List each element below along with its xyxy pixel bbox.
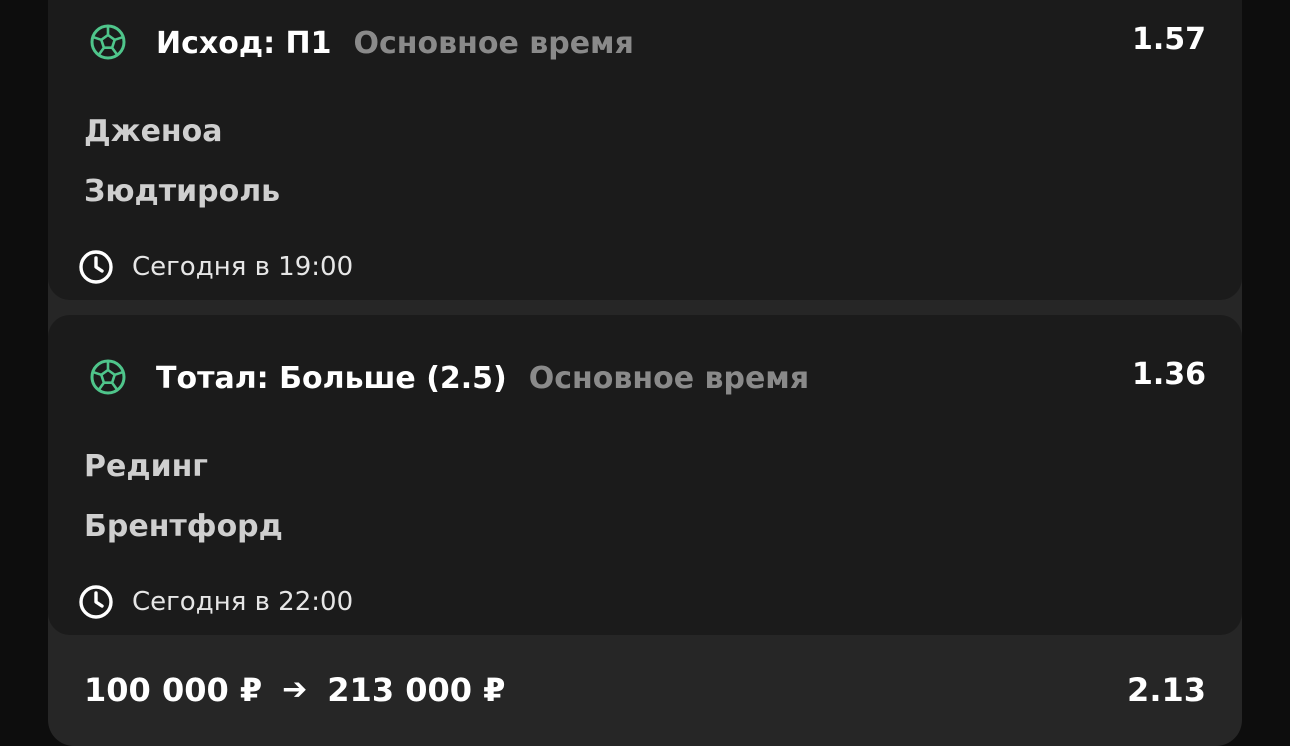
team-away: Зюдтироль (84, 174, 281, 209)
bet-period: Основное время (528, 361, 810, 396)
stake-payout-row: 100 000 ₽ ➔ 213 000 ₽ (84, 672, 505, 708)
match-time-label: Сегодня в 22:00 (132, 587, 354, 617)
stake-amount: 100 000 ₽ (84, 671, 263, 709)
arrow-right-icon: ➔ (282, 672, 308, 707)
bet-header: Тотал: Больше (2.5) Основное время 1.36 (88, 357, 1206, 401)
payout-amount: 213 000 ₽ (327, 671, 506, 709)
team-home: Дженоа (84, 114, 223, 149)
clock-icon (78, 584, 114, 620)
soccer-ball-icon (88, 357, 128, 397)
team-home: Рединг (84, 449, 208, 484)
bet-title-row: Тотал: Больше (2.5) Основное время (156, 361, 809, 397)
bet-summary: 100 000 ₽ ➔ 213 000 ₽ 2.13 (48, 645, 1242, 735)
bet-odds: 1.36 (1131, 357, 1206, 392)
team-away: Брентфорд (84, 509, 283, 544)
match-time-label: Сегодня в 19:00 (132, 252, 354, 282)
soccer-ball-icon (88, 22, 128, 62)
match-time: Сегодня в 19:00 (78, 249, 353, 285)
bet-card[interactable]: Тотал: Больше (2.5) Основное время 1.36 Р… (48, 315, 1242, 635)
bet-card[interactable]: Исход: П1 Основное время 1.57 Дженоа Зюдт… (48, 0, 1242, 300)
clock-icon (78, 249, 114, 285)
bet-period: Основное время (353, 26, 634, 61)
bet-title-row: Исход: П1 Основное время (156, 26, 634, 62)
bet-market-name: Тотал: Больше (2.5) (156, 361, 507, 396)
bet-header: Исход: П1 Основное время 1.57 (88, 22, 1206, 66)
bet-odds: 1.57 (1131, 22, 1206, 57)
match-time: Сегодня в 22:00 (78, 584, 353, 620)
bet-market-name: Исход: П1 (156, 26, 332, 61)
total-odds: 2.13 (1127, 671, 1206, 709)
